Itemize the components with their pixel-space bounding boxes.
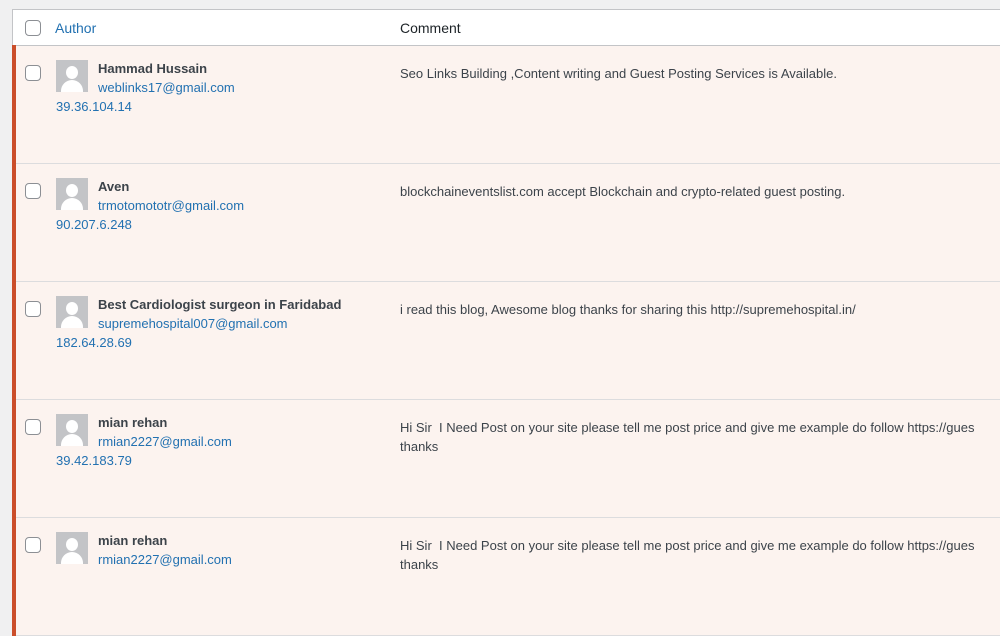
author-name: mian rehan <box>98 415 168 430</box>
author-name: Aven <box>98 179 130 194</box>
avatar-placeholder-icon <box>56 414 88 446</box>
comment-row: mian rehan rmian2227@gmail.com Hi Sir I … <box>12 517 1000 636</box>
comment-text: i read this blog, Awesome blog thanks fo… <box>400 302 856 317</box>
column-header-comment: Comment <box>400 20 461 36</box>
comment-text: Hi Sir I Need Post on your site please t… <box>400 420 975 454</box>
comment-text: Seo Links Building ,Content writing and … <box>400 66 837 81</box>
author-ip-link[interactable]: 182.64.28.69 <box>56 335 132 350</box>
table-header: Author Comment <box>13 10 1000 46</box>
author-email-link[interactable]: trmotomototr@gmail.com <box>98 198 244 213</box>
avatar-placeholder-icon <box>56 60 88 92</box>
comment-row: mian rehan rmian2227@gmail.com 39.42.183… <box>12 399 1000 518</box>
author-ip-link[interactable]: 39.36.104.14 <box>56 99 132 114</box>
author-email-link[interactable]: supremehospital007@gmail.com <box>98 316 288 331</box>
comment-row: Hammad Hussain weblinks17@gmail.com 39.3… <box>12 45 1000 164</box>
comment-row: Best Cardiologist surgeon in Faridabad s… <box>12 281 1000 400</box>
comment-text: Hi Sir I Need Post on your site please t… <box>400 538 975 572</box>
row-checkbox[interactable] <box>25 419 41 435</box>
author-ip-link[interactable]: 39.42.183.79 <box>56 453 132 468</box>
author-name: Hammad Hussain <box>98 61 208 76</box>
author-name: mian rehan <box>98 533 168 548</box>
comments-table: Author Comment Hammad Hussain weblinks17… <box>12 9 1000 636</box>
avatar-placeholder-icon <box>56 178 88 210</box>
row-checkbox[interactable] <box>25 65 41 81</box>
column-header-author[interactable]: Author <box>55 20 96 36</box>
row-checkbox[interactable] <box>25 537 41 553</box>
comment-row: Aven trmotomototr@gmail.com 90.207.6.248… <box>12 163 1000 282</box>
author-name: Best Cardiologist surgeon in Faridabad <box>98 297 342 312</box>
select-all-checkbox[interactable] <box>25 20 41 36</box>
author-ip-link[interactable]: 90.207.6.248 <box>56 217 132 232</box>
author-email-link[interactable]: rmian2227@gmail.com <box>98 434 232 449</box>
avatar-placeholder-icon <box>56 296 88 328</box>
author-email-link[interactable]: weblinks17@gmail.com <box>98 80 235 95</box>
row-checkbox[interactable] <box>25 301 41 317</box>
comment-text: blockchaineventslist.com accept Blockcha… <box>400 184 846 199</box>
row-checkbox[interactable] <box>25 183 41 199</box>
avatar-placeholder-icon <box>56 532 88 564</box>
